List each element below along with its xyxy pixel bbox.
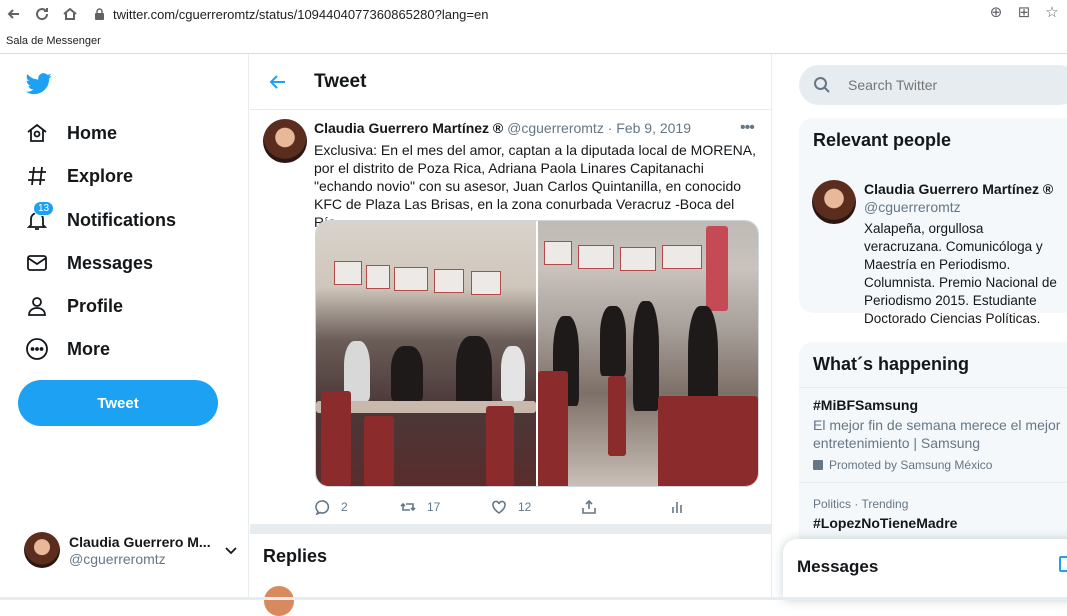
- nav-messages[interactable]: Messages: [24, 248, 153, 278]
- tweet-photo-1[interactable]: [316, 221, 536, 486]
- messages-drawer[interactable]: Messages: [783, 539, 1067, 600]
- trend-tag[interactable]: #MiBFSamsung: [813, 397, 918, 413]
- more-circle-icon: [24, 336, 50, 362]
- chevron-down-icon: [225, 547, 237, 555]
- heart-icon: [492, 500, 506, 514]
- retweet-count: 17: [427, 500, 441, 514]
- person-bio: Xalapeña, orgullosa veracruzana. Comunic…: [864, 221, 1057, 326]
- nav-label: More: [67, 338, 111, 359]
- nav-label: Explore: [67, 165, 134, 186]
- more-options-icon[interactable]: •••: [740, 119, 755, 137]
- analytics-icon: [672, 502, 682, 513]
- bookmarks-bar: Sala de Messenger: [0, 28, 1067, 54]
- tweet-media[interactable]: [315, 220, 759, 487]
- search-box[interactable]: [799, 65, 1067, 105]
- replies-heading: Replies: [263, 546, 328, 566]
- messages-drawer-title: Messages: [797, 557, 879, 576]
- tweet-author-handle[interactable]: @cguerreromtz: [507, 120, 604, 136]
- tweet-date[interactable]: · Feb 9, 2019: [608, 120, 691, 136]
- nav-label: Notifications: [67, 209, 177, 230]
- promoted-label: Promoted by Samsung México: [813, 458, 992, 472]
- person-icon: [24, 293, 50, 319]
- lock-icon: [95, 7, 104, 20]
- new-message-icon[interactable]: [1059, 556, 1067, 572]
- panel-title: Relevant people: [813, 130, 952, 150]
- share-button[interactable]: [581, 499, 608, 515]
- sidebar: Home Explore 13 Notifications Messages P…: [0, 54, 249, 600]
- account-switcher[interactable]: Claudia Guerrero M... @cguerreromtz: [24, 532, 239, 568]
- share-icon: [582, 499, 596, 514]
- avatar[interactable]: [264, 586, 294, 616]
- tweet-header: Claudia Guerrero Martínez ® @cguerreromt…: [314, 120, 691, 136]
- nav-profile[interactable]: Profile: [24, 291, 123, 321]
- person-handle[interactable]: @cguerreromtz: [864, 199, 961, 215]
- browser-toolbar: twitter.com/cguerreromtz/status/10944040…: [0, 0, 1067, 28]
- like-count: 12: [518, 500, 532, 514]
- tweet-button[interactable]: Tweet: [18, 380, 218, 426]
- reload-icon[interactable]: [28, 2, 56, 26]
- divider: [799, 387, 1067, 388]
- nav-label: Messages: [67, 252, 154, 273]
- page-title: Tweet: [314, 70, 367, 92]
- avatar[interactable]: [812, 180, 856, 224]
- reply-icon: [315, 500, 330, 515]
- star-icon[interactable]: ☆: [1043, 3, 1061, 21]
- person-name[interactable]: Claudia Guerrero Martínez ®: [864, 181, 1053, 197]
- panel-title: What´s happening: [813, 354, 969, 374]
- url-text: twitter.com/cguerreromtz/status/10944040…: [113, 6, 489, 22]
- mail-icon: [24, 250, 50, 276]
- tweet-text: Exclusiva: En el mes del amor, captan a …: [314, 142, 756, 230]
- bell-icon: 13: [24, 201, 55, 233]
- address-bar[interactable]: twitter.com/cguerreromtz/status/10944040…: [94, 7, 488, 22]
- back-icon[interactable]: [0, 2, 28, 26]
- account-handle: @cguerreromtz: [69, 550, 166, 567]
- nav-label: Home: [67, 122, 118, 143]
- retweet-button[interactable]: 17: [400, 499, 440, 515]
- divider: [799, 482, 1067, 483]
- reply-button[interactable]: 2: [314, 499, 348, 515]
- notification-badge: 13: [33, 201, 55, 216]
- main-header: Tweet: [250, 54, 771, 110]
- divider: [250, 524, 771, 534]
- nav-explore[interactable]: Explore: [24, 161, 133, 191]
- add-icon[interactable]: ⊕: [987, 3, 1005, 21]
- tweet-photo-2[interactable]: [538, 221, 758, 486]
- bookmark-item[interactable]: Sala de Messenger: [6, 35, 101, 47]
- avatar: [24, 532, 60, 568]
- tweet-author-name[interactable]: Claudia Guerrero Martínez ®: [314, 120, 503, 136]
- right-column: Relevant people Claudia Guerrero Martíne…: [773, 54, 1067, 600]
- search-input[interactable]: [848, 77, 1048, 93]
- nav-home[interactable]: Home: [24, 118, 117, 148]
- retweet-icon: [400, 502, 416, 512]
- main-column: Tweet Claudia Guerrero Martínez ® @cguer…: [250, 54, 772, 616]
- account-name: Claudia Guerrero M...: [69, 533, 211, 550]
- reply-count: 2: [341, 500, 348, 514]
- trend-description[interactable]: El mejor fin de semana merece el mejor e…: [813, 416, 1063, 452]
- hashtag-icon: [24, 163, 50, 189]
- home-browser-icon[interactable]: [56, 2, 84, 26]
- home-icon: [24, 120, 50, 146]
- trend-tag[interactable]: #LopezNoTieneMadre: [813, 515, 957, 531]
- nav-notifications[interactable]: 13 Notifications: [24, 201, 177, 235]
- tweet-actions: 2 17 12: [314, 499, 754, 519]
- nav-label: Profile: [67, 295, 124, 316]
- translate-icon[interactable]: ⊞: [1015, 3, 1033, 21]
- avatar[interactable]: [263, 119, 307, 163]
- twitter-logo-icon[interactable]: [26, 72, 52, 96]
- relevant-people-panel: Relevant people Claudia Guerrero Martíne…: [799, 118, 1067, 326]
- back-arrow-icon[interactable]: [268, 72, 288, 92]
- nav-more[interactable]: More: [24, 334, 110, 364]
- trend-category: Politics · Trending: [813, 497, 909, 511]
- analytics-button[interactable]: [669, 499, 696, 515]
- like-button[interactable]: 12: [491, 499, 531, 515]
- search-icon: [814, 77, 830, 93]
- promoted-icon: [813, 460, 823, 470]
